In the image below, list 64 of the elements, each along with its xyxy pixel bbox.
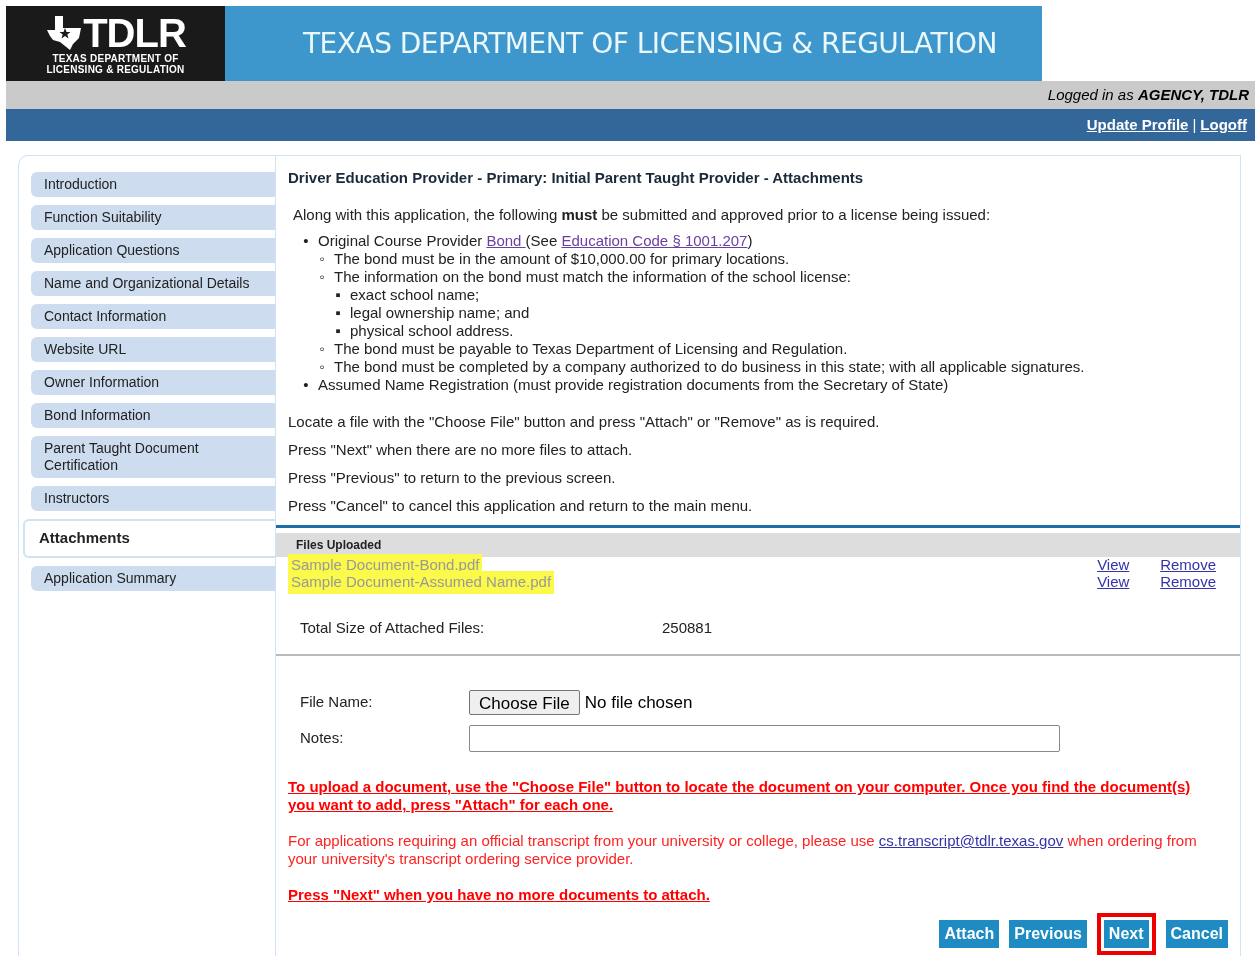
- sidebar-item[interactable]: Website URL: [31, 337, 275, 362]
- intro-text: Along with this application, the following must be submitted and approved prior to a license being issued:: [293, 204, 992, 225]
- notice-text: To upload a document, use the "Choose File" button to locate the document on your computer. Once you find the document(s) you want to add, press "Attach" for each one.: [288, 778, 1192, 814]
- file-status: No file chosen: [584, 691, 693, 714]
- bullet-marker: •: [302, 376, 310, 394]
- requirement-text: The bond must be completed by a company authorized to do business in this state; with all applicable signatures.: [334, 358, 1085, 376]
- sidebar-item[interactable]: Owner Information: [31, 370, 275, 395]
- requirement-text: Original Course Provider Bond (See Education Code § 1001.207): [318, 232, 753, 250]
- action-button[interactable]: Cancel: [1165, 920, 1228, 948]
- header-link[interactable]: Logoff: [1200, 113, 1247, 137]
- text-link[interactable]: Bond: [486, 232, 526, 249]
- notice-text: For applications requiring an official transcript from your university or college, please use cs.transcript@tdlr.texas.gov when ordering from your university's transcript ordering service provider.: [288, 832, 1198, 868]
- page-title: Driver Education Provider - Primary: Initial Parent Taught Provider - Attachments: [288, 168, 865, 188]
- files-heading: Files Uploaded: [296, 537, 382, 554]
- notice-text: Press "Next" when you have no more documents to attach.: [288, 886, 711, 904]
- instruction-text: Press "Previous" to return to the previous screen.: [288, 468, 617, 487]
- sidebar-item[interactable]: Function Suitability: [31, 205, 275, 230]
- requirement-text: Assumed Name Registration (must provide registration documents from the Secretary of State): [318, 376, 949, 394]
- notes-field[interactable]: [469, 725, 1060, 752]
- instruction-text: Locate a file with the "Choose File" button and press "Attach" or "Remove" as is required.: [288, 412, 881, 431]
- bullet-marker: ◦: [318, 268, 326, 286]
- sidebar-item[interactable]: Introduction: [31, 172, 275, 197]
- requirement-text: legal ownership name; and: [350, 304, 530, 322]
- action-button[interactable]: Next: [1096, 913, 1156, 955]
- requirement-text: The information on the bond must match the information of the school license:: [334, 268, 851, 286]
- texas-star-icon: [45, 15, 84, 50]
- bullet-marker: ◦: [318, 340, 326, 358]
- sidebar-item[interactable]: Attachments: [23, 519, 275, 558]
- sidebar-item[interactable]: Application Summary: [31, 565, 275, 591]
- instruction-text: Press "Next" when there are no more files to attach.: [288, 440, 634, 459]
- logo-text: TDLR: [83, 12, 186, 53]
- total-size-label: Total Size of Attached Files:: [300, 618, 486, 638]
- bullet-marker: ▪: [334, 322, 342, 340]
- requirement-text: exact school name;: [350, 286, 480, 304]
- action-button[interactable]: Previous: [1009, 920, 1087, 948]
- sidebar-item[interactable]: Name and Organizational Details: [31, 271, 275, 296]
- sidebar-item[interactable]: Parent Taught Document Certification: [31, 436, 275, 478]
- action-button[interactable]: Attach: [939, 920, 1000, 948]
- requirement-text: The bond must be in the amount of $10,000.00 for primary locations.: [334, 250, 790, 268]
- banner-title: TEXAS DEPARTMENT OF LICENSING & REGULATION: [303, 25, 997, 62]
- sidebar-item[interactable]: Instructors: [31, 486, 275, 511]
- sidebar-item[interactable]: Bond Information: [31, 403, 275, 428]
- bullet-marker: ◦: [318, 358, 326, 376]
- total-size-value: 250881: [662, 618, 713, 638]
- instruction-text: Press "Cancel" to cancel this application and return to the main menu.: [288, 496, 754, 515]
- bullet-marker: ▪: [334, 286, 342, 304]
- bullet-marker: ▪: [334, 304, 342, 322]
- bullet-marker: ◦: [318, 250, 326, 268]
- file-name-label: File Name:: [300, 692, 374, 712]
- header-link[interactable]: Update Profile: [1086, 113, 1189, 137]
- link-separator: |: [1192, 114, 1197, 135]
- choose-file-button[interactable]: Choose File: [469, 689, 580, 715]
- logo-subtitle: TEXAS DEPARTMENT OF: [52, 52, 179, 64]
- requirement-text: The bond must be payable to Texas Department of Licensing and Regulation.: [334, 340, 848, 358]
- sidebar-item[interactable]: Application Questions: [31, 238, 275, 263]
- bullet-marker: •: [302, 232, 310, 250]
- logged-in-text: Logged in as AGENCY, TDLR: [1047, 84, 1249, 105]
- file-name: Sample Document-Assumed Name.pdf: [288, 571, 555, 594]
- text-link[interactable]: cs.transcript@tdlr.texas.gov: [878, 832, 1064, 849]
- text-link[interactable]: Education Code § 1001.207: [561, 232, 748, 249]
- logo-subtitle: LICENSING & REGULATION: [46, 63, 185, 75]
- requirement-text: physical school address.: [350, 322, 514, 340]
- notes-label: Notes:: [300, 728, 345, 749]
- sidebar-item[interactable]: Contact Information: [31, 304, 275, 329]
